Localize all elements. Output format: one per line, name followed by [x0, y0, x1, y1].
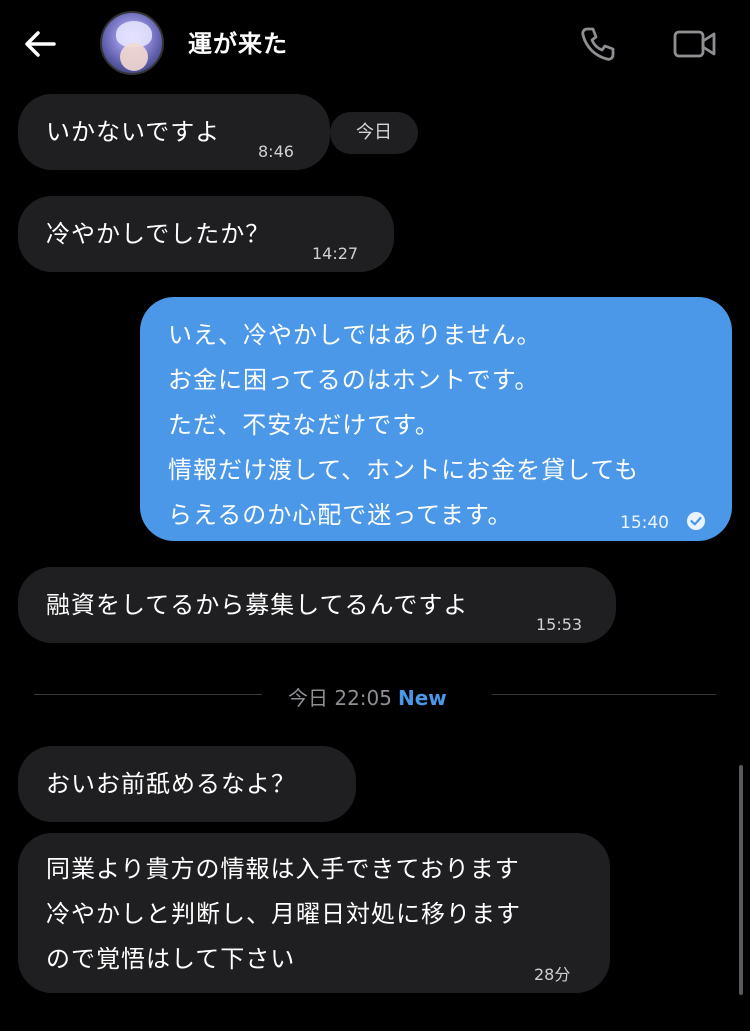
video-call-icon[interactable] — [672, 24, 718, 64]
new-messages-divider: 今日 22:05 New — [288, 682, 447, 711]
message-line: 冷やかしと判断し、月曜日対処に移ります — [46, 900, 521, 928]
message-line: いえ、冷やかしではありません。 — [168, 321, 542, 349]
message-text: いえ、冷やかしではありません。 お金に困ってるのはホントです。 ただ、不安なだけ… — [168, 315, 639, 540]
outgoing-message-bubble[interactable]: いえ、冷やかしではありません。 お金に困ってるのはホントです。 ただ、不安なだけ… — [140, 297, 732, 541]
contact-name[interactable]: 運が来た — [188, 24, 288, 59]
back-arrow-icon[interactable] — [20, 24, 60, 64]
message-text: 同業より貴方の情報は入手できております 冷やかしと判断し、月曜日対処に移ります … — [46, 849, 521, 984]
message-line: 情報だけ渡して、ホントにお金を貸しても — [168, 456, 640, 484]
incoming-message-bubble[interactable]: いかないですよ 8:46 — [18, 94, 330, 170]
divider-line — [492, 694, 716, 695]
incoming-message-bubble[interactable]: 冷やかしでしたか？ 14:27 — [18, 196, 394, 272]
avatar[interactable] — [100, 11, 164, 75]
phone-call-icon[interactable] — [578, 24, 618, 64]
message-line: ので覚悟はして下さい — [46, 945, 296, 973]
message-timestamp: 28分 — [534, 965, 571, 984]
divider-line — [34, 694, 262, 695]
message-text: おいお前舐めるなよ？ — [46, 770, 296, 798]
scrollbar[interactable] — [739, 765, 743, 995]
incoming-message-bubble[interactable]: 融資をしてるから募集してるんですよ 15:53 — [18, 567, 616, 643]
new-badge: New — [398, 686, 447, 710]
divider-time: 今日 22:05 — [288, 686, 392, 710]
message-timestamp: 8:46 — [258, 142, 294, 161]
incoming-message-bubble[interactable]: おいお前舐めるなよ？ — [18, 746, 356, 822]
read-check-icon — [686, 503, 706, 543]
date-pill: 今日 — [330, 112, 418, 154]
message-line: 同業より貴方の情報は入手できております — [46, 855, 520, 883]
incoming-message-bubble[interactable]: 同業より貴方の情報は入手できております 冷やかしと判断し、月曜日対処に移ります … — [18, 833, 610, 993]
message-text: 融資をしてるから募集してるんですよ — [46, 591, 469, 619]
message-timestamp: 15:53 — [536, 615, 583, 634]
message-line: お金に困ってるのはホントです。 — [168, 366, 540, 394]
message-line: らえるのか心配で迷ってます。 — [168, 501, 513, 529]
message-timestamp: 15:40 — [620, 513, 669, 533]
chat-header: 運が来た — [0, 0, 750, 88]
message-text: いかないですよ — [46, 118, 221, 146]
message-timestamp: 14:27 — [312, 244, 359, 263]
message-text: 冷やかしでしたか？ — [46, 220, 271, 248]
message-line: ただ、不安なだけです。 — [168, 411, 440, 439]
